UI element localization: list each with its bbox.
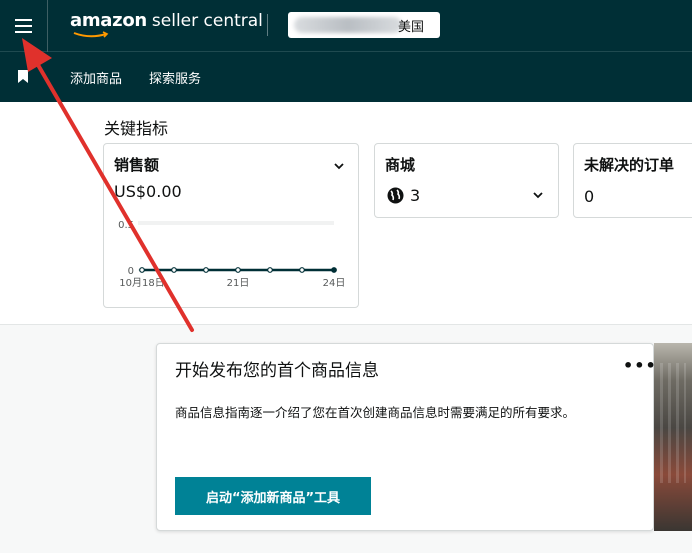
bookmark-icon[interactable] [18, 70, 28, 83]
x-tick-label: 24日 [323, 278, 346, 289]
marketplace-country: 美国 [398, 20, 425, 35]
first-listing-card: 开始发布您的首个商品信息 ••• 商品信息指南逐一介绍了您在首次创建商品信息时需… [156, 343, 657, 531]
nav-explore-services[interactable]: 探索服务 [149, 68, 201, 87]
sales-card[interactable]: 销售额 US$0.00 0 0.5 10月18日 21日 24日 [103, 143, 359, 308]
top-header: amazon seller central 美国 [0, 0, 692, 52]
open-orders-card[interactable]: 未解决的订单 0 [573, 143, 692, 218]
y-tick-label: 0.5 [118, 220, 134, 231]
chevron-down-icon[interactable] [533, 190, 543, 200]
logo-brand: amazon [70, 10, 147, 31]
open-orders-title: 未解决的订单 [584, 156, 675, 174]
key-metrics-heading: 关键指标 [104, 119, 169, 138]
amazon-smile-icon [73, 31, 109, 38]
chevron-down-icon[interactable] [334, 161, 344, 171]
sales-data-point [299, 267, 305, 273]
marketplace-count: 3 [410, 186, 421, 205]
sales-title: 销售额 [114, 156, 160, 174]
secondary-nav: 添加商品 探索服务 [0, 52, 692, 102]
menu-button[interactable] [0, 0, 48, 52]
sales-value: US$0.00 [114, 182, 182, 201]
open-orders-value: 0 [584, 187, 595, 206]
redacted-account-name [294, 17, 402, 33]
logo-product-name: seller central [151, 11, 263, 31]
chart-series [139, 267, 337, 273]
sales-chart: 0 0.5 10月18日 21日 24日 [118, 220, 345, 289]
first-listing-title: 开始发布您的首个商品信息 [175, 361, 379, 381]
first-listing-description: 商品信息指南逐一介绍了您在首次创建商品信息时需要满足的所有要求。 [175, 405, 576, 420]
sales-data-point [171, 267, 177, 273]
marketplace-count-row: 3 [387, 186, 420, 205]
sales-data-point [331, 267, 337, 273]
sales-data-point [235, 267, 241, 273]
hamburger-icon [15, 17, 32, 35]
y-tick-label: 0 [128, 266, 134, 277]
x-tick-label: 21日 [227, 278, 250, 289]
x-tick-label: 10月18日 [119, 277, 164, 289]
launch-add-product-button[interactable]: 启动“添加新商品”工具 [175, 477, 371, 515]
account-marketplace-switcher[interactable]: 美国 [288, 12, 440, 38]
nav-add-product[interactable]: 添加商品 [70, 68, 122, 87]
header-divider [267, 14, 268, 36]
sales-data-point [139, 267, 145, 273]
warehouse-image [654, 343, 692, 531]
globe-icon [387, 187, 404, 204]
chart-gridlines [138, 221, 334, 271]
marketplace-card[interactable]: 商城 3 [374, 143, 559, 218]
seller-central-logo[interactable]: amazon seller central [70, 10, 263, 31]
marketplace-title: 商城 [385, 156, 416, 174]
sales-data-point [267, 267, 273, 273]
sales-data-point [203, 267, 209, 273]
chart-labels: 0 0.5 10月18日 21日 24日 [118, 220, 345, 289]
more-options-icon[interactable]: ••• [623, 356, 657, 375]
